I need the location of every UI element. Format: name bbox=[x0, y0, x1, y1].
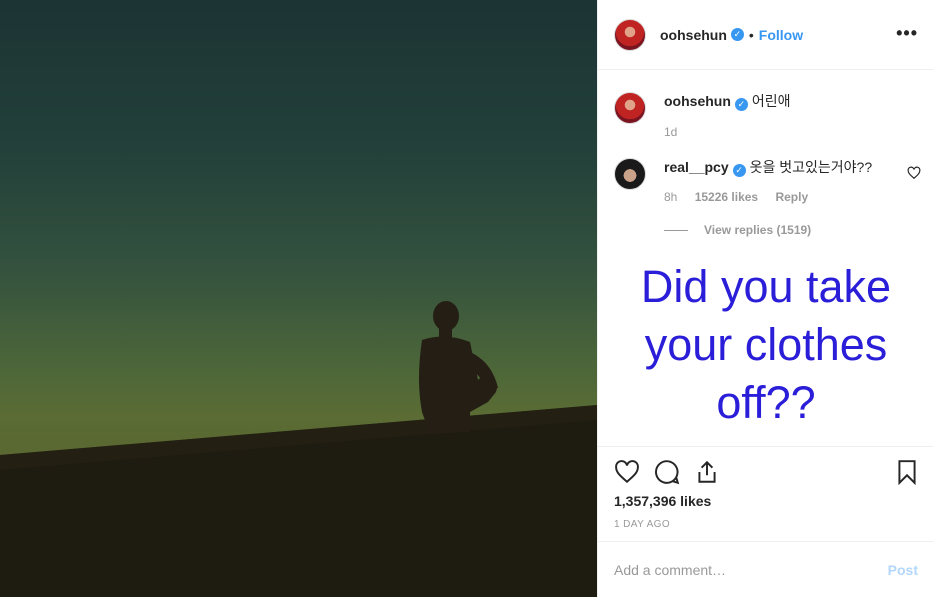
post-actions: 1,357,396 likes 1 DAY AGO Post bbox=[598, 446, 933, 596]
comment-text: 옷을 벗고있는거야?? bbox=[749, 159, 873, 175]
comment-form: Post bbox=[598, 541, 933, 597]
post-side-panel: oohsehun ✓ • Follow ••• oohsehun ✓ 어린애 1d … bbox=[597, 0, 933, 597]
comment-item: real__pcy ✓ 옷을 벗고있는거야?? 8h 15226 likes Rep… bbox=[614, 158, 872, 204]
comment-username[interactable]: real__pcy bbox=[664, 159, 729, 175]
follow-button[interactable]: Follow bbox=[759, 27, 803, 43]
view-replies-label: View replies (1519) bbox=[704, 223, 812, 237]
more-options-icon[interactable]: ••• bbox=[896, 24, 918, 42]
caption-meta: 1d bbox=[664, 125, 791, 139]
post-timestamp[interactable]: 1 DAY AGO bbox=[614, 519, 670, 530]
comment-time[interactable]: 8h bbox=[664, 190, 677, 204]
avatar[interactable] bbox=[614, 158, 646, 190]
avatar[interactable] bbox=[614, 92, 646, 124]
caption-content: oohsehun ✓ 어린애 1d bbox=[664, 92, 791, 139]
comment-text-line: real__pcy ✓ 옷을 벗고있는거야?? bbox=[664, 158, 872, 177]
view-replies-button[interactable]: View replies (1519) bbox=[664, 223, 811, 237]
verified-badge-icon: ✓ bbox=[734, 98, 748, 111]
bookmark-icon[interactable] bbox=[894, 459, 920, 485]
translation-overlay-text: Did you take your clothes off?? bbox=[640, 261, 892, 428]
separator-dot: • bbox=[748, 26, 754, 43]
reply-button[interactable]: Reply bbox=[775, 190, 808, 204]
avatar[interactable] bbox=[614, 18, 646, 51]
caption: oohsehun ✓ 어린애 1d bbox=[614, 92, 791, 139]
verified-badge-icon: ✓ bbox=[732, 164, 746, 177]
caption-time[interactable]: 1d bbox=[664, 125, 677, 139]
photo-scene bbox=[0, 301, 597, 597]
header-user-info: oohsehun ✓ • Follow bbox=[660, 27, 803, 43]
post-comment-button[interactable]: Post bbox=[888, 562, 918, 578]
comment-icon[interactable] bbox=[654, 459, 680, 485]
seated-figure bbox=[419, 301, 498, 434]
comment-meta: 8h 15226 likes Reply bbox=[664, 190, 872, 204]
heart-icon[interactable] bbox=[614, 459, 640, 485]
caption-username[interactable]: oohsehun bbox=[664, 93, 731, 109]
post-photo[interactable] bbox=[0, 0, 597, 597]
verified-badge-icon: ✓ bbox=[730, 28, 744, 41]
replies-divider bbox=[664, 229, 688, 231]
post-header: oohsehun ✓ • Follow ••• bbox=[598, 0, 933, 70]
comment-input[interactable] bbox=[614, 561, 888, 578]
caption-text: 어린애 bbox=[751, 93, 791, 109]
post-username[interactable]: oohsehun bbox=[660, 27, 727, 43]
comment-like-heart-icon[interactable] bbox=[907, 166, 921, 180]
likes-count[interactable]: 1,357,396 likes bbox=[614, 493, 711, 509]
share-icon[interactable] bbox=[694, 459, 720, 485]
comment-likes[interactable]: 15226 likes bbox=[695, 190, 758, 204]
comment-content: real__pcy ✓ 옷을 벗고있는거야?? 8h 15226 likes Rep… bbox=[664, 158, 872, 204]
caption-text-line: oohsehun ✓ 어린애 bbox=[664, 92, 791, 111]
